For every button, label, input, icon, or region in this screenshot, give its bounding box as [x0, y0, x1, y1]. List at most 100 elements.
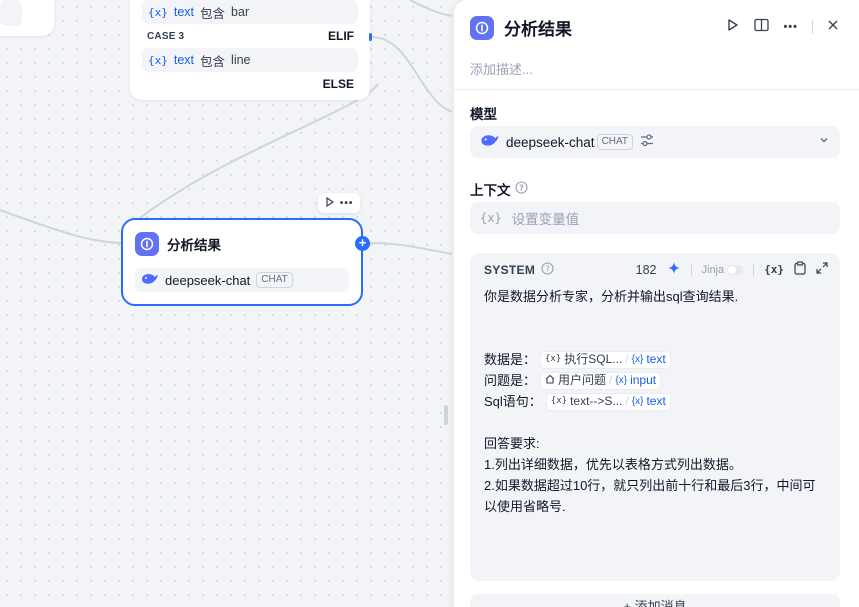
- context-label: 上下文 ?: [470, 179, 528, 199]
- token-count: 182: [635, 262, 657, 277]
- run-icon[interactable]: [726, 18, 740, 35]
- variable-node: 执行SQL...: [564, 352, 623, 366]
- insert-variable-button[interactable]: {x}: [764, 263, 784, 276]
- prompt-blank-line: [484, 307, 828, 328]
- panel-title[interactable]: 分析结果: [504, 15, 572, 40]
- svg-text:?: ?: [546, 264, 550, 273]
- context-label-text: 上下文: [470, 183, 511, 198]
- context-placeholder: 设置变量值: [511, 212, 580, 227]
- prompt-line: 2.如果数据超过10行，就只列出前十行和最后3行，中间可以使用省略号.: [484, 478, 816, 514]
- prompt-line-label: Sql语句：: [484, 394, 542, 409]
- llm-node-model: deepseek-chat CHAT: [135, 268, 349, 292]
- elif-label: ELIF: [328, 29, 354, 43]
- edge-llm-out: [369, 242, 452, 255]
- previous-node[interactable]: [0, 0, 54, 36]
- else-label: ELSE: [322, 77, 354, 91]
- case3-label: CASE 3: [147, 31, 185, 42]
- prompt-text[interactable]: 你是数据分析专家，分析并输出sql查询结果. 数据是： {x} 执行SQL...…: [484, 286, 828, 517]
- prompt-blank-line: [484, 328, 828, 349]
- variable-name: text: [646, 352, 666, 366]
- close-icon[interactable]: [827, 19, 839, 34]
- variable-icon: {x}: [480, 211, 502, 225]
- separator: /: [625, 352, 629, 366]
- variable-node: 用户问题: [558, 373, 607, 387]
- node-toolbar: •••: [318, 193, 360, 213]
- whale-icon: [141, 272, 159, 289]
- add-message-button[interactable]: + 添加消息: [470, 594, 840, 607]
- model-mode-badge: CHAT: [256, 272, 293, 288]
- sliders-icon[interactable]: [640, 134, 654, 150]
- variable-reference[interactable]: {x} text-->S... / {x} text: [545, 392, 671, 411]
- sparkle-icon[interactable]: [667, 261, 681, 278]
- variable-reference[interactable]: {x} 执行SQL... / {x} text: [540, 350, 671, 369]
- condition-operator: 包含: [200, 6, 226, 21]
- run-icon[interactable]: [325, 196, 335, 210]
- variable-name: text: [646, 394, 666, 408]
- tool-divider: [690, 263, 692, 276]
- prompt-role-label: SYSTEM: [484, 263, 536, 277]
- svg-text:?: ?: [519, 183, 524, 192]
- prompt-line: 你是数据分析专家，分析并输出sql查询结果.: [484, 289, 739, 304]
- panel-resize-handle[interactable]: [444, 405, 448, 425]
- variable-icon: {x}: [148, 53, 168, 67]
- node-config-panel: 分析结果 ••• 添加描述... 模型 deepseek-chat CHAT 上…: [453, 0, 859, 607]
- context-variable-input[interactable]: {x} 设置变量值: [470, 202, 840, 234]
- condition-variable: text: [173, 5, 195, 19]
- help-icon[interactable]: ?: [541, 262, 554, 278]
- jinja-toggle[interactable]: Jinja: [702, 264, 744, 276]
- prompt-line-sql: Sql语句： {x} text-->S... / {x} text: [484, 391, 828, 412]
- panel-divider: [454, 89, 859, 90]
- separator: /: [625, 394, 629, 408]
- expand-icon[interactable]: [816, 262, 828, 277]
- variable-name: input: [630, 373, 657, 387]
- help-icon[interactable]: ?: [514, 181, 528, 197]
- workflow-canvas[interactable]: {x} text 包含 bar CASE 3 ELIF {x} text 包含 …: [0, 0, 452, 607]
- model-label: 模型: [470, 107, 497, 122]
- add-next-node-button[interactable]: +: [355, 236, 370, 251]
- variable-icon: {x}: [631, 396, 644, 407]
- model-mode-badge: CHAT: [596, 134, 634, 150]
- variable-icon: {x}: [550, 396, 568, 406]
- jinja-switch[interactable]: [727, 264, 744, 275]
- variable-icon: {x}: [148, 5, 168, 19]
- more-icon[interactable]: •••: [783, 21, 798, 33]
- panel-toggle-icon[interactable]: [754, 18, 770, 35]
- system-prompt-editor[interactable]: SYSTEM ? 182 Jinja {x} 你是数据分析专家，分析并输出sql…: [470, 253, 840, 581]
- more-icon[interactable]: •••: [340, 198, 354, 209]
- elif-port[interactable]: [369, 33, 372, 41]
- variable-node: text-->S...: [570, 394, 623, 408]
- if-else-node[interactable]: {x} text 包含 bar CASE 3 ELIF {x} text 包含 …: [130, 0, 372, 100]
- variable-reference[interactable]: 用户问题 / {x} input: [540, 371, 662, 390]
- llm-node-icon: [470, 15, 494, 40]
- clipboard-icon[interactable]: [794, 261, 806, 278]
- edge-elif-out: [371, 36, 452, 113]
- jinja-label: Jinja: [701, 263, 725, 276]
- condition-case2[interactable]: {x} text 包含 bar: [142, 0, 358, 24]
- llm-node[interactable]: 分析结果 deepseek-chat CHAT: [121, 218, 363, 306]
- prompt-blank-line: [484, 412, 828, 433]
- edge-top-out: [409, 0, 452, 17]
- tool-divider: [753, 263, 755, 276]
- condition-operator: 包含: [200, 54, 226, 69]
- model-name: deepseek-chat: [506, 134, 595, 150]
- llm-node-title: 分析结果: [167, 238, 221, 253]
- prompt-line: 1.列出详细数据，优先以表格方式列出数据。: [484, 457, 742, 472]
- edge-stub-to-llm: [0, 209, 122, 244]
- model-selector[interactable]: deepseek-chat CHAT: [470, 126, 840, 158]
- condition-value: bar: [231, 5, 250, 19]
- condition-variable: text: [173, 53, 195, 67]
- llm-node-icon: [135, 232, 159, 256]
- whale-icon: [480, 133, 500, 151]
- action-divider: [812, 19, 813, 34]
- description-input[interactable]: 添加描述...: [470, 59, 533, 78]
- previous-node-field: [0, 0, 22, 26]
- condition-case3[interactable]: {x} text 包含 line: [142, 48, 358, 72]
- variable-icon: {x}: [615, 375, 628, 386]
- prompt-line-data: 数据是： {x} 执行SQL... / {x} text: [484, 349, 828, 370]
- separator: /: [609, 373, 613, 387]
- prompt-line-question: 问题是： 用户问题 / {x} input: [484, 370, 828, 391]
- condition-value: line: [231, 53, 251, 67]
- prompt-line: 回答要求:: [484, 436, 540, 451]
- variable-icon: {x}: [631, 354, 644, 365]
- prompt-line-label: 数据是：: [484, 352, 537, 367]
